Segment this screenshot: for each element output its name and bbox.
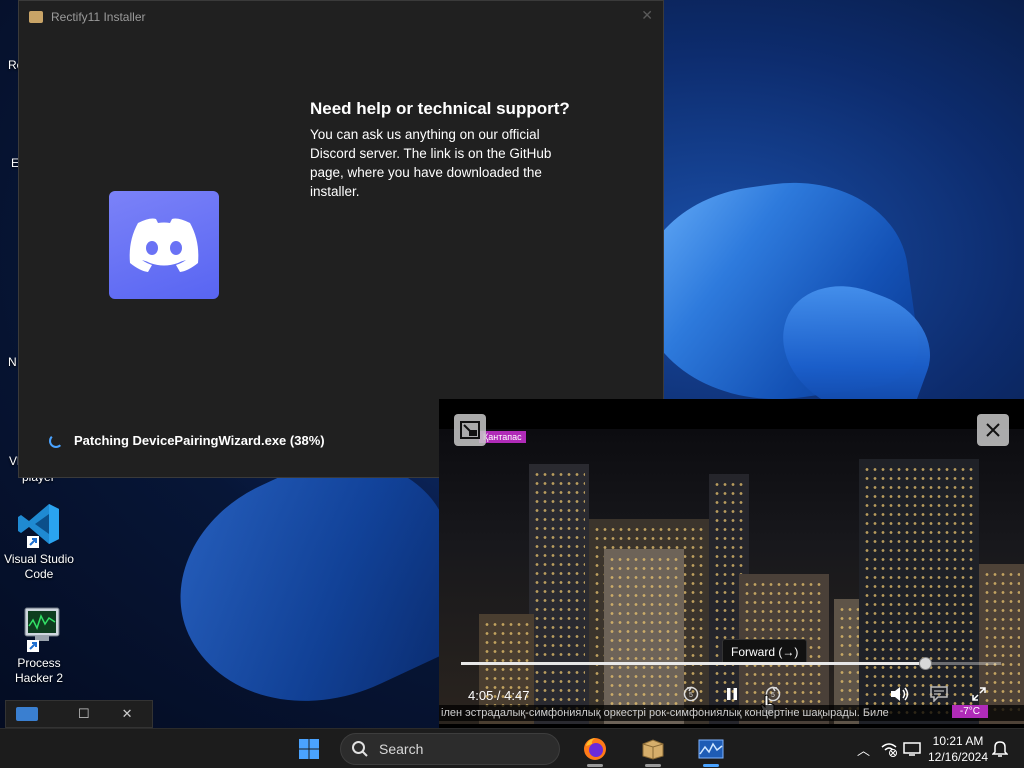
desktop-icon-label: Process Hacker 2: [14, 656, 64, 685]
pause-button[interactable]: [721, 683, 743, 705]
process-hacker-icon: [15, 604, 63, 652]
clock-time: 10:21 AM: [932, 734, 984, 748]
desktop-icon-vscode[interactable]: Visual Studio Code: [1, 500, 77, 582]
installer-app-icon: [29, 11, 43, 23]
rewind-icon: 5: [683, 686, 699, 702]
clock-date: 12/16/2024: [927, 750, 989, 764]
taskbar: Search ︿ 10:21 AM 12/16/2024: [0, 728, 1024, 768]
fullscreen-button[interactable]: [968, 683, 990, 705]
tray-overflow-button[interactable]: ︿: [857, 729, 870, 768]
video-frame: [439, 429, 1024, 724]
monitor-icon: [903, 742, 921, 756]
captions-icon: [930, 686, 948, 702]
network-disconnected-icon: [881, 743, 897, 757]
notifications-button[interactable]: [992, 729, 1008, 768]
volume-button[interactable]: [889, 683, 911, 705]
help-heading: Need help or technical support?: [310, 99, 570, 118]
pip-exit-icon: [460, 421, 480, 439]
search-placeholder: Search: [379, 741, 424, 757]
process-hacker-taskbar-icon: [698, 739, 724, 759]
expand-icon: [972, 687, 986, 701]
taskbar-app-process-hacker[interactable]: [691, 729, 731, 768]
install-status: Patching DevicePairingWizard.exe (38%): [49, 433, 325, 448]
taskbar-search[interactable]: Search: [340, 733, 560, 765]
running-indicator: [703, 764, 719, 767]
taskbar-app-firefox[interactable]: [575, 729, 615, 768]
close-icon[interactable]: ✕: [122, 706, 133, 722]
picture-in-picture-player[interactable]: Қантапас Forward (→) 4:05 / 4:47 5 5 іле…: [439, 399, 1024, 728]
bell-icon: [992, 741, 1008, 757]
chevron-up-icon: ︿: [857, 742, 871, 758]
maximize-icon[interactable]: ☐: [78, 706, 90, 722]
window-title: Rectify11 Installer: [51, 10, 146, 24]
spinner-icon: [49, 433, 63, 448]
pause-icon: [727, 688, 737, 700]
start-button[interactable]: [289, 729, 329, 768]
desktop-icon-label: Visual Studio Code: [4, 552, 74, 581]
back-to-tab-button[interactable]: [454, 414, 486, 446]
svg-text:5: 5: [689, 692, 693, 699]
speaker-icon: [891, 687, 909, 701]
windows-logo-icon: [299, 739, 319, 759]
close-icon[interactable]: ✕: [641, 7, 653, 24]
close-player-button[interactable]: [977, 414, 1009, 446]
close-icon: [986, 423, 1000, 437]
search-icon: [352, 741, 368, 757]
vscode-icon: [15, 500, 63, 548]
captions-button[interactable]: [928, 683, 950, 705]
process-hacker-window-icon: [16, 707, 38, 721]
taskbar-clock[interactable]: 10:21 AM 12/16/2024: [925, 733, 991, 765]
package-icon: [642, 739, 664, 760]
firefox-icon: [584, 738, 606, 760]
desktop-icon-label-partial: N: [8, 355, 17, 369]
taskbar-app-installer[interactable]: [633, 729, 673, 768]
running-indicator: [587, 764, 603, 767]
help-description: You can ask us anything on our official …: [310, 127, 552, 199]
discord-logo-icon: [109, 191, 219, 299]
network-button[interactable]: [880, 729, 898, 768]
rewind-button[interactable]: 5: [680, 683, 702, 705]
minimized-window-controls: ☐ ✕: [5, 700, 153, 728]
seek-bar[interactable]: [461, 657, 1001, 670]
display-button[interactable]: [903, 729, 921, 768]
news-ticker: ілен эстрадалық-симфониялық оркестрі рок…: [439, 705, 1024, 721]
desktop-icon-process-hacker[interactable]: Process Hacker 2: [1, 604, 77, 686]
temperature-badge: -7°C: [951, 705, 988, 718]
playback-time: 4:05 / 4:47: [468, 688, 530, 703]
seek-bar-fill: [461, 662, 926, 665]
title-bar[interactable]: Rectify11 Installer: [19, 1, 663, 33]
running-indicator: [645, 764, 661, 767]
install-status-text: Patching DevicePairingWizard.exe (38%): [74, 433, 325, 448]
